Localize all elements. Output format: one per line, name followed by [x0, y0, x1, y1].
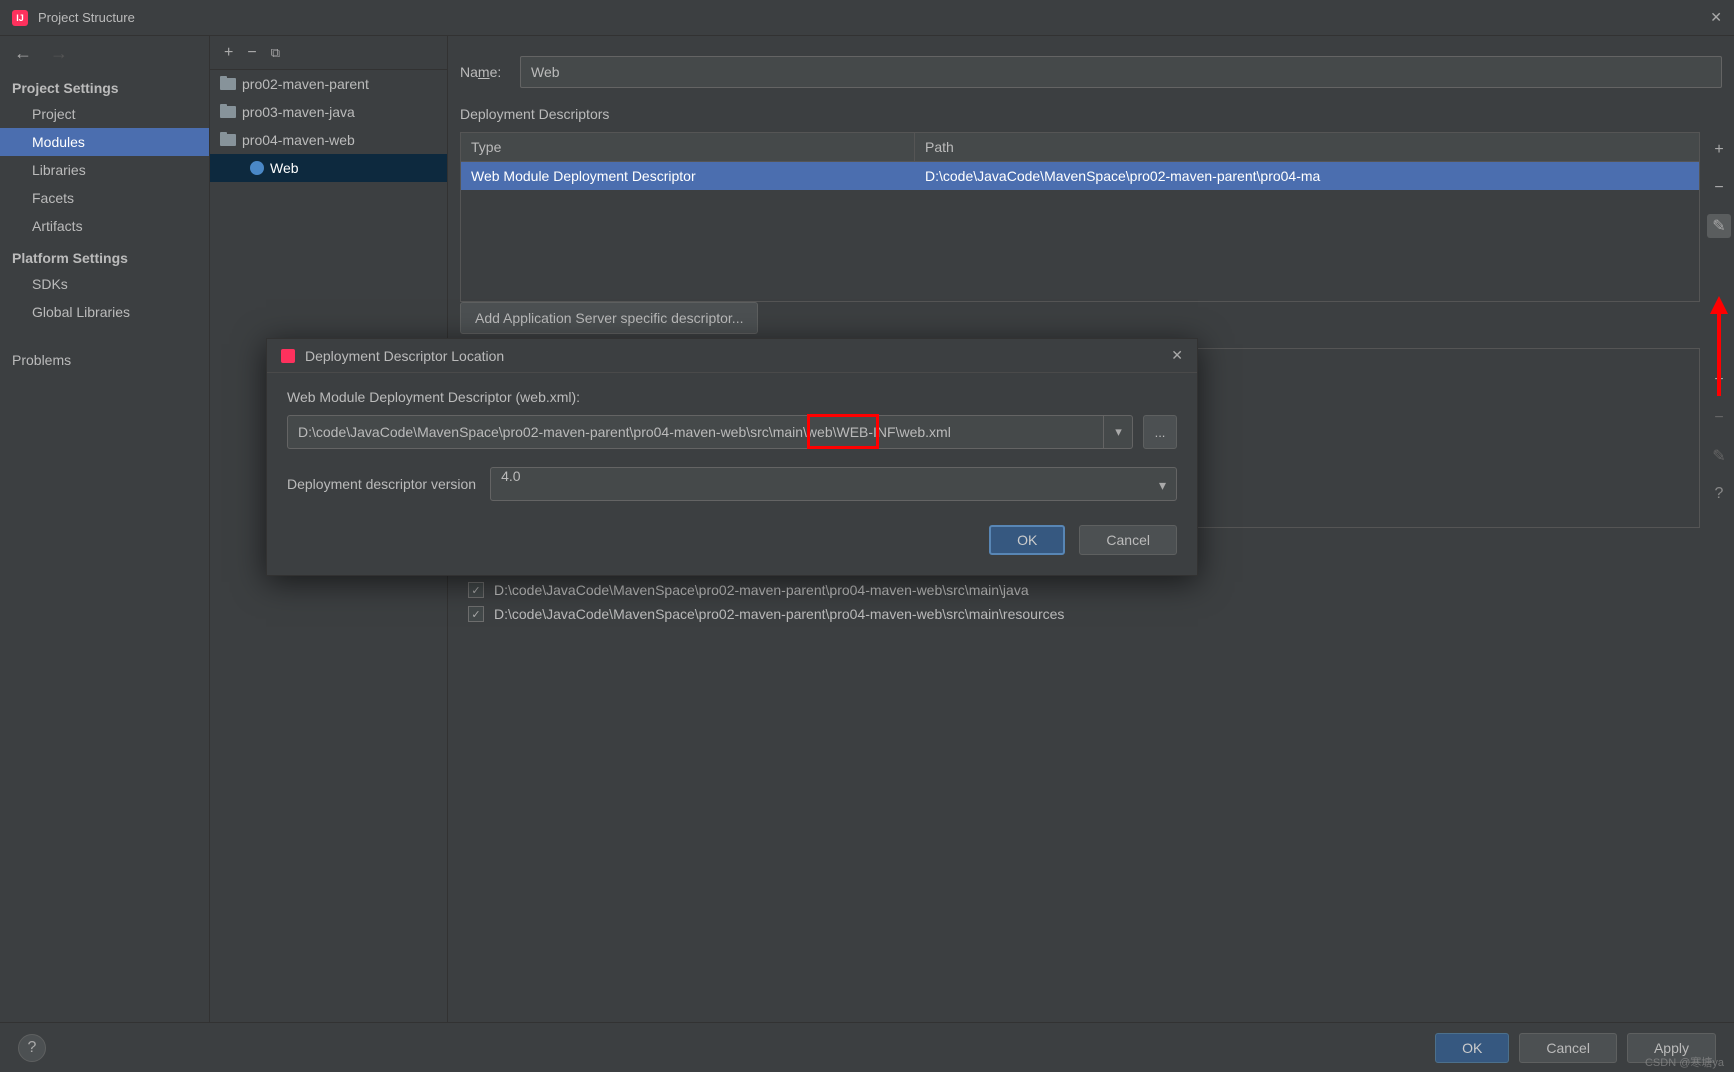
name-input[interactable] [520, 56, 1722, 88]
server-button-row: Add Application Server specific descript… [460, 302, 1700, 334]
folder-icon [220, 78, 236, 90]
app-icon: IJ [12, 10, 28, 26]
th-type: Type [461, 133, 915, 161]
help-icon[interactable]: ? [1707, 482, 1731, 506]
nav-history-row: ← → [0, 36, 209, 70]
td-type: Web Module Deployment Descriptor [461, 162, 915, 190]
tree-item[interactable]: pro02-maven-parent [210, 70, 447, 98]
watermark: CSDN @寒塘ya [1645, 1054, 1724, 1070]
tree-item-web[interactable]: Web [210, 154, 447, 182]
table-side-actions: + − ✎ [1704, 132, 1734, 238]
browse-button[interactable]: ... [1143, 415, 1177, 449]
nav-sdks[interactable]: SDKs [0, 270, 209, 298]
checkbox-icon[interactable]: ✓ [468, 606, 484, 622]
section-platform-settings: Platform Settings [0, 240, 209, 270]
forward-icon: → [50, 43, 68, 64]
dialog-body: Web Module Deployment Descriptor (web.xm… [267, 373, 1197, 501]
deployment-descriptor-dialog: Deployment Descriptor Location ✕ Web Mod… [266, 338, 1198, 576]
source-root-row[interactable]: ✓ D:\code\JavaCode\MavenSpace\pro02-mave… [460, 602, 1700, 626]
add-icon[interactable]: + [224, 44, 233, 62]
dialog-title: Deployment Descriptor Location [305, 348, 504, 364]
back-icon[interactable]: ← [14, 43, 32, 64]
path-label: Web Module Deployment Descriptor (web.xm… [287, 389, 1177, 405]
path-input-wrapper: ▾ [287, 415, 1133, 449]
bottom-bar: ? OK Cancel Apply [0, 1022, 1734, 1072]
version-select[interactable]: 4.0 ▾ [490, 467, 1177, 501]
source-root-row[interactable]: ✓ D:\code\JavaCode\MavenSpace\pro02-mave… [460, 578, 1700, 602]
nav-facets[interactable]: Facets [0, 184, 209, 212]
remove-icon[interactable]: − [1707, 406, 1731, 430]
history-dropdown-icon[interactable]: ▾ [1103, 415, 1133, 449]
folder-icon [220, 106, 236, 118]
source-root-path: D:\code\JavaCode\MavenSpace\pro02-maven-… [494, 582, 1029, 598]
descriptors-table: Type Path Web Module Deployment Descript… [460, 132, 1700, 302]
nav-problems[interactable]: Problems [0, 346, 209, 374]
window-title: Project Structure [38, 10, 135, 25]
add-icon[interactable]: + [1707, 368, 1731, 392]
path-row: ▾ ... [287, 415, 1177, 449]
td-path: D:\code\JavaCode\MavenSpace\pro02-maven-… [915, 162, 1699, 190]
chevron-down-icon: ▾ [1159, 477, 1166, 494]
remove-row-icon[interactable]: − [1707, 176, 1731, 200]
path-input[interactable] [287, 415, 1133, 449]
name-label: Name: [460, 64, 520, 80]
th-path: Path [915, 133, 1699, 161]
add-server-descriptor-button[interactable]: Add Application Server specific descript… [460, 302, 758, 334]
deployment-descriptors-title: Deployment Descriptors [460, 106, 1722, 122]
version-row: Deployment descriptor version 4.0 ▾ [287, 467, 1177, 501]
web-icon [250, 161, 264, 175]
add-row-icon[interactable]: + [1707, 138, 1731, 162]
table-header: Type Path [461, 133, 1699, 162]
table-row[interactable]: Web Module Deployment Descriptor D:\code… [461, 162, 1699, 190]
version-label: Deployment descriptor version [287, 476, 476, 492]
remove-icon[interactable]: − [247, 44, 256, 62]
nav-project[interactable]: Project [0, 100, 209, 128]
nav-global-libraries[interactable]: Global Libraries [0, 298, 209, 326]
name-row: Name: [460, 56, 1722, 88]
edit-row-icon[interactable]: ✎ [1707, 214, 1731, 238]
tree-toolbar: + − ⧉ [210, 36, 447, 70]
tree-item[interactable]: pro03-maven-java [210, 98, 447, 126]
ok-button[interactable]: OK [1435, 1033, 1509, 1063]
dialog-ok-button[interactable]: OK [989, 525, 1065, 555]
tree-item[interactable]: pro04-maven-web [210, 126, 447, 154]
checkbox-icon[interactable]: ✓ [468, 582, 484, 598]
dialog-titlebar: Deployment Descriptor Location ✕ [267, 339, 1197, 373]
resource-side-actions: + − ✎ ? [1704, 362, 1734, 506]
edit-icon[interactable]: ✎ [1707, 444, 1731, 468]
nav-libraries[interactable]: Libraries [0, 156, 209, 184]
dialog-cancel-button[interactable]: Cancel [1079, 525, 1177, 555]
close-icon[interactable]: ✕ [1710, 9, 1722, 26]
help-button[interactable]: ? [18, 1034, 46, 1062]
nav-artifacts[interactable]: Artifacts [0, 212, 209, 240]
dialog-close-icon[interactable]: ✕ [1171, 347, 1183, 364]
left-nav-panel: ← → Project Settings Project Modules Lib… [0, 36, 210, 1022]
app-icon [281, 349, 295, 363]
dialog-buttons: OK Cancel [267, 525, 1197, 575]
folder-icon [220, 134, 236, 146]
copy-icon[interactable]: ⧉ [271, 45, 280, 61]
source-root-path: D:\code\JavaCode\MavenSpace\pro02-maven-… [494, 606, 1064, 622]
window-titlebar: IJ Project Structure ✕ [0, 0, 1734, 36]
section-project-settings: Project Settings [0, 70, 209, 100]
cancel-button[interactable]: Cancel [1519, 1033, 1617, 1063]
nav-modules[interactable]: Modules [0, 128, 209, 156]
